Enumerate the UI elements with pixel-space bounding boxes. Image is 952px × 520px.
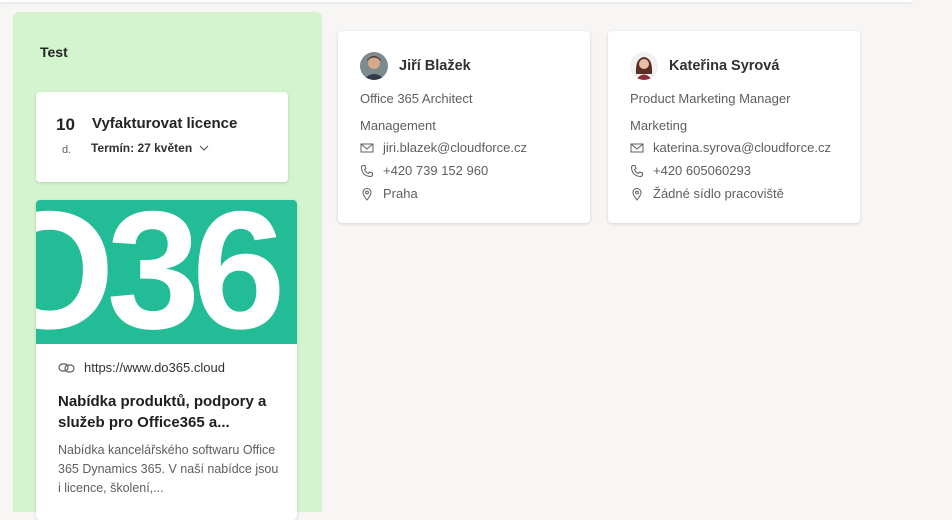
contact-location: Praha [383, 186, 418, 201]
avatar[interactable] [360, 52, 388, 80]
mail-icon [360, 143, 374, 152]
avatar[interactable] [630, 52, 658, 80]
task-card[interactable]: 10 d. Vyfakturovat licence Termín: 27 kv… [36, 92, 288, 182]
contact-phone: +420 739 152 960 [383, 163, 489, 178]
contact-phone-row[interactable]: +420 739 152 960 [360, 163, 488, 178]
task-due-label: Termín: 27 květen [91, 141, 193, 155]
contact-role: Office 365 Architect [360, 91, 473, 106]
contact-card[interactable]: Jiří Blažek Office 365 Architect Managem… [338, 31, 590, 223]
link-url-row[interactable]: https://www.do365.cloud [58, 360, 225, 375]
contact-email-row[interactable]: katerina.syrova@cloudforce.cz [630, 140, 831, 155]
preview-graphic-text: O36 [36, 200, 280, 344]
contact-name[interactable]: Kateřina Syrová [669, 58, 779, 74]
contact-location-row: Žádné sídlo pracoviště [630, 186, 784, 201]
location-pin-icon [632, 187, 642, 201]
chevron-down-icon [199, 145, 209, 151]
link-title[interactable]: Nabídka produktů, podpory a služeb pro O… [58, 391, 283, 433]
task-day-number: 10 [56, 115, 75, 134]
bucket-column: Test 10 d. Vyfakturovat licence Termín: … [13, 12, 322, 520]
contact-department: Management [360, 118, 436, 133]
top-bar-edge [0, 0, 912, 2]
contact-email-row[interactable]: jiri.blazek@cloudforce.cz [360, 140, 527, 155]
link-preview-image: O36 [36, 200, 297, 344]
contact-email: katerina.syrova@cloudforce.cz [653, 140, 831, 155]
contact-location: Žádné sídlo pracoviště [653, 186, 784, 201]
column-title[interactable]: Test [40, 44, 68, 60]
task-day-unit: d. [62, 144, 72, 156]
contact-role: Product Marketing Manager [630, 91, 791, 106]
contact-phone: +420 605060293 [653, 163, 751, 178]
phone-icon [360, 164, 373, 177]
phone-icon [630, 164, 643, 177]
task-due-date[interactable]: Termín: 27 květen [91, 141, 210, 155]
contact-phone-row[interactable]: +420 605060293 [630, 163, 751, 178]
location-pin-icon [362, 187, 372, 201]
contact-department: Marketing [630, 118, 688, 133]
link-description: Nabídka kancelářského softwaru Office 36… [58, 443, 279, 495]
contact-card[interactable]: Kateřina Syrová Product Marketing Manage… [608, 31, 860, 223]
contact-location-row: Praha [360, 186, 418, 201]
contact-name[interactable]: Jiří Blažek [399, 58, 471, 74]
contact-email: jiri.blazek@cloudforce.cz [383, 140, 527, 155]
mail-icon [630, 143, 644, 152]
task-title[interactable]: Vyfakturovat licence [92, 115, 237, 132]
link-icon [58, 362, 75, 373]
link-url: https://www.do365.cloud [84, 360, 225, 375]
link-card[interactable]: O36 https://www.do365.cloud Nabídka prod… [36, 200, 297, 520]
